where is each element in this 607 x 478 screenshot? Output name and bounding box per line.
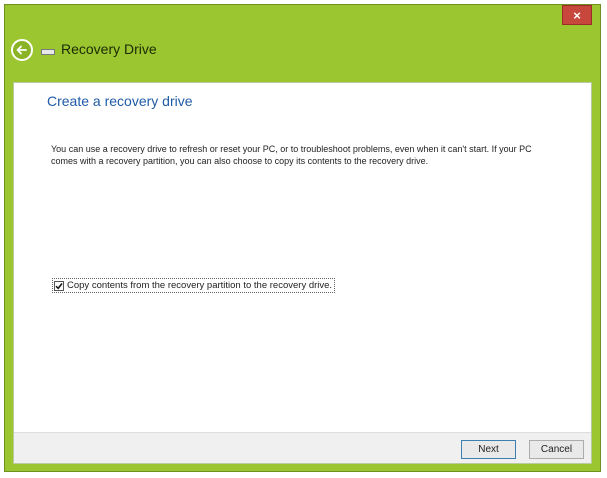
close-icon: ×: [573, 8, 581, 23]
cancel-button-label: Cancel: [540, 444, 573, 455]
recovery-drive-window: × Recovery Drive Create a recovery drive…: [4, 4, 601, 472]
checkmark-icon: [55, 282, 63, 289]
back-button[interactable]: [11, 39, 33, 61]
wizard-content: Create a recovery drive You can use a re…: [13, 82, 592, 464]
page-heading: Create a recovery drive: [47, 93, 193, 109]
close-button[interactable]: ×: [562, 5, 592, 25]
wizard-footer: Next Cancel: [14, 432, 591, 463]
drive-icon: [41, 49, 55, 55]
description-text: You can use a recovery drive to refresh …: [51, 144, 532, 166]
window-title: Recovery Drive: [61, 41, 157, 57]
title-bar: × Recovery Drive: [5, 5, 600, 87]
back-arrow-icon: [16, 45, 27, 55]
next-button-label: Next: [478, 444, 499, 455]
copy-partition-label: Copy contents from the recovery partitio…: [67, 280, 333, 291]
copy-partition-checkbox[interactable]: [54, 280, 64, 291]
copy-partition-option[interactable]: Copy contents from the recovery partitio…: [52, 278, 336, 293]
next-button[interactable]: Next: [461, 440, 516, 459]
cancel-button[interactable]: Cancel: [529, 440, 584, 459]
